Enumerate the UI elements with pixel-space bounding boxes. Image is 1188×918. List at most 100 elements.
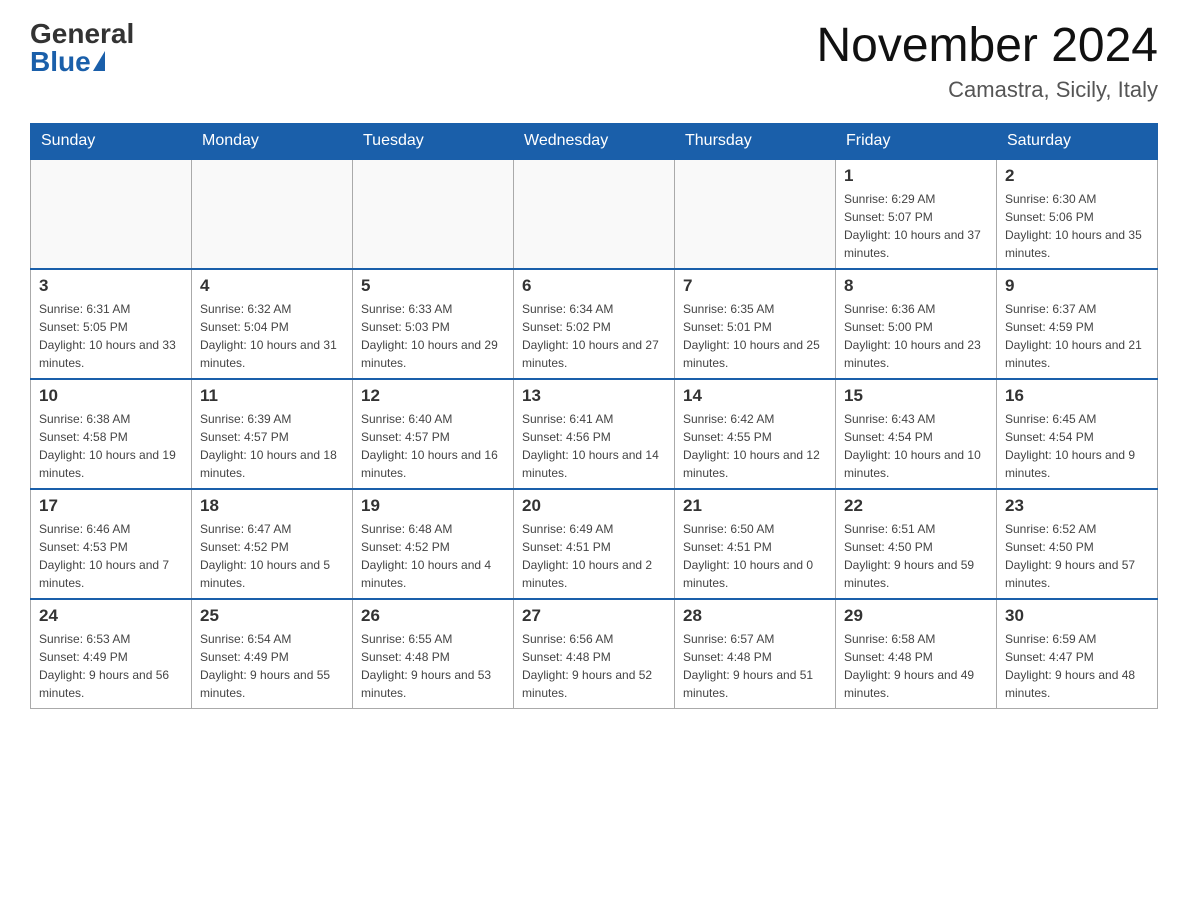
calendar-header-row: SundayMondayTuesdayWednesdayThursdayFrid… <box>31 123 1158 159</box>
weekday-header-monday: Monday <box>192 123 353 159</box>
calendar-cell: 9Sunrise: 6:37 AMSunset: 4:59 PMDaylight… <box>997 269 1158 379</box>
day-number: 22 <box>844 496 988 516</box>
day-info: Sunrise: 6:36 AMSunset: 5:00 PMDaylight:… <box>844 300 988 372</box>
day-info: Sunrise: 6:55 AMSunset: 4:48 PMDaylight:… <box>361 630 505 702</box>
week-row-1: 1 Sunrise: 6:29 AMSunset: 5:07 PMDaylight… <box>31 159 1158 269</box>
calendar-cell: 3 Sunrise: 6:31 AMSunset: 5:05 PMDaylight… <box>31 269 192 379</box>
day-number: 23 <box>1005 496 1149 516</box>
calendar-cell: 25 Sunrise: 6:54 AMSunset: 4:49 PMDayligh… <box>192 599 353 709</box>
calendar-cell <box>31 159 192 269</box>
day-info: Sunrise: 6:35 AMSunset: 5:01 PMDaylight:… <box>683 300 827 372</box>
week-row-4: 17Sunrise: 6:46 AMSunset: 4:53 PMDayligh… <box>31 489 1158 599</box>
week-row-3: 10Sunrise: 6:38 AMSunset: 4:58 PMDayligh… <box>31 379 1158 489</box>
calendar-cell <box>192 159 353 269</box>
day-number: 11 <box>200 386 344 406</box>
day-info: Sunrise: 6:29 AMSunset: 5:07 PMDaylight:… <box>844 190 988 262</box>
day-info: Sunrise: 6:47 AMSunset: 4:52 PMDaylight:… <box>200 520 344 592</box>
calendar-cell: 13 Sunrise: 6:41 AMSunset: 4:56 PMDayligh… <box>514 379 675 489</box>
calendar-table: SundayMondayTuesdayWednesdayThursdayFrid… <box>30 123 1158 710</box>
calendar-cell: 10Sunrise: 6:38 AMSunset: 4:58 PMDayligh… <box>31 379 192 489</box>
day-number: 26 <box>361 606 505 626</box>
calendar-cell: 16 Sunrise: 6:45 AMSunset: 4:54 PMDayligh… <box>997 379 1158 489</box>
calendar-cell: 22 Sunrise: 6:51 AMSunset: 4:50 PMDayligh… <box>836 489 997 599</box>
day-number: 3 <box>39 276 183 296</box>
day-info: Sunrise: 6:42 AMSunset: 4:55 PMDaylight:… <box>683 410 827 482</box>
day-info: Sunrise: 6:53 AMSunset: 4:49 PMDaylight:… <box>39 630 183 702</box>
day-info: Sunrise: 6:43 AMSunset: 4:54 PMDaylight:… <box>844 410 988 482</box>
day-info: Sunrise: 6:51 AMSunset: 4:50 PMDaylight:… <box>844 520 988 592</box>
weekday-header-saturday: Saturday <box>997 123 1158 159</box>
day-number: 12 <box>361 386 505 406</box>
day-info: Sunrise: 6:34 AMSunset: 5:02 PMDaylight:… <box>522 300 666 372</box>
calendar-cell: 26 Sunrise: 6:55 AMSunset: 4:48 PMDayligh… <box>353 599 514 709</box>
day-info: Sunrise: 6:48 AMSunset: 4:52 PMDaylight:… <box>361 520 505 592</box>
day-info: Sunrise: 6:56 AMSunset: 4:48 PMDaylight:… <box>522 630 666 702</box>
month-title: November 2024 <box>816 20 1158 73</box>
day-number: 15 <box>844 386 988 406</box>
day-number: 19 <box>361 496 505 516</box>
day-info: Sunrise: 6:45 AMSunset: 4:54 PMDaylight:… <box>1005 410 1149 482</box>
day-info: Sunrise: 6:49 AMSunset: 4:51 PMDaylight:… <box>522 520 666 592</box>
calendar-cell: 28 Sunrise: 6:57 AMSunset: 4:48 PMDayligh… <box>675 599 836 709</box>
day-number: 25 <box>200 606 344 626</box>
day-info: Sunrise: 6:30 AMSunset: 5:06 PMDaylight:… <box>1005 190 1149 262</box>
day-number: 16 <box>1005 386 1149 406</box>
day-info: Sunrise: 6:39 AMSunset: 4:57 PMDaylight:… <box>200 410 344 482</box>
calendar-cell: 19 Sunrise: 6:48 AMSunset: 4:52 PMDayligh… <box>353 489 514 599</box>
calendar-cell: 7 Sunrise: 6:35 AMSunset: 5:01 PMDaylight… <box>675 269 836 379</box>
weekday-header-thursday: Thursday <box>675 123 836 159</box>
day-number: 30 <box>1005 606 1149 626</box>
calendar-cell <box>514 159 675 269</box>
day-info: Sunrise: 6:59 AMSunset: 4:47 PMDaylight:… <box>1005 630 1149 702</box>
day-number: 17 <box>39 496 183 516</box>
day-number: 5 <box>361 276 505 296</box>
day-number: 1 <box>844 166 988 186</box>
calendar-cell <box>353 159 514 269</box>
calendar-cell: 21Sunrise: 6:50 AMSunset: 4:51 PMDayligh… <box>675 489 836 599</box>
day-number: 13 <box>522 386 666 406</box>
day-number: 9 <box>1005 276 1149 296</box>
day-number: 18 <box>200 496 344 516</box>
day-info: Sunrise: 6:33 AMSunset: 5:03 PMDaylight:… <box>361 300 505 372</box>
weekday-header-wednesday: Wednesday <box>514 123 675 159</box>
calendar-cell: 27 Sunrise: 6:56 AMSunset: 4:48 PMDayligh… <box>514 599 675 709</box>
calendar-cell: 14Sunrise: 6:42 AMSunset: 4:55 PMDayligh… <box>675 379 836 489</box>
day-number: 29 <box>844 606 988 626</box>
day-info: Sunrise: 6:38 AMSunset: 4:58 PMDaylight:… <box>39 410 183 482</box>
logo: General Blue <box>30 20 134 76</box>
day-number: 6 <box>522 276 666 296</box>
calendar-cell: 2 Sunrise: 6:30 AMSunset: 5:06 PMDaylight… <box>997 159 1158 269</box>
calendar-cell: 4 Sunrise: 6:32 AMSunset: 5:04 PMDaylight… <box>192 269 353 379</box>
weekday-header-sunday: Sunday <box>31 123 192 159</box>
day-number: 8 <box>844 276 988 296</box>
day-info: Sunrise: 6:40 AMSunset: 4:57 PMDaylight:… <box>361 410 505 482</box>
location-subtitle: Camastra, Sicily, Italy <box>816 77 1158 103</box>
calendar-cell: 8 Sunrise: 6:36 AMSunset: 5:00 PMDaylight… <box>836 269 997 379</box>
day-info: Sunrise: 6:58 AMSunset: 4:48 PMDaylight:… <box>844 630 988 702</box>
calendar-cell: 5 Sunrise: 6:33 AMSunset: 5:03 PMDaylight… <box>353 269 514 379</box>
week-row-2: 3 Sunrise: 6:31 AMSunset: 5:05 PMDaylight… <box>31 269 1158 379</box>
calendar-cell: 30 Sunrise: 6:59 AMSunset: 4:47 PMDayligh… <box>997 599 1158 709</box>
day-number: 7 <box>683 276 827 296</box>
day-number: 27 <box>522 606 666 626</box>
day-info: Sunrise: 6:32 AMSunset: 5:04 PMDaylight:… <box>200 300 344 372</box>
weekday-header-tuesday: Tuesday <box>353 123 514 159</box>
day-info: Sunrise: 6:31 AMSunset: 5:05 PMDaylight:… <box>39 300 183 372</box>
day-info: Sunrise: 6:57 AMSunset: 4:48 PMDaylight:… <box>683 630 827 702</box>
calendar-cell: 11 Sunrise: 6:39 AMSunset: 4:57 PMDayligh… <box>192 379 353 489</box>
calendar-cell: 23 Sunrise: 6:52 AMSunset: 4:50 PMDayligh… <box>997 489 1158 599</box>
day-number: 2 <box>1005 166 1149 186</box>
title-section: November 2024 Camastra, Sicily, Italy <box>816 20 1158 103</box>
day-info: Sunrise: 6:54 AMSunset: 4:49 PMDaylight:… <box>200 630 344 702</box>
calendar-cell: 1 Sunrise: 6:29 AMSunset: 5:07 PMDaylight… <box>836 159 997 269</box>
calendar-cell: 20Sunrise: 6:49 AMSunset: 4:51 PMDayligh… <box>514 489 675 599</box>
calendar-cell: 18 Sunrise: 6:47 AMSunset: 4:52 PMDayligh… <box>192 489 353 599</box>
day-info: Sunrise: 6:41 AMSunset: 4:56 PMDaylight:… <box>522 410 666 482</box>
calendar-cell: 17Sunrise: 6:46 AMSunset: 4:53 PMDayligh… <box>31 489 192 599</box>
calendar-cell: 29 Sunrise: 6:58 AMSunset: 4:48 PMDayligh… <box>836 599 997 709</box>
day-info: Sunrise: 6:52 AMSunset: 4:50 PMDaylight:… <box>1005 520 1149 592</box>
day-number: 4 <box>200 276 344 296</box>
day-number: 28 <box>683 606 827 626</box>
page-header: General Blue November 2024 Camastra, Sic… <box>30 20 1158 103</box>
week-row-5: 24Sunrise: 6:53 AMSunset: 4:49 PMDayligh… <box>31 599 1158 709</box>
